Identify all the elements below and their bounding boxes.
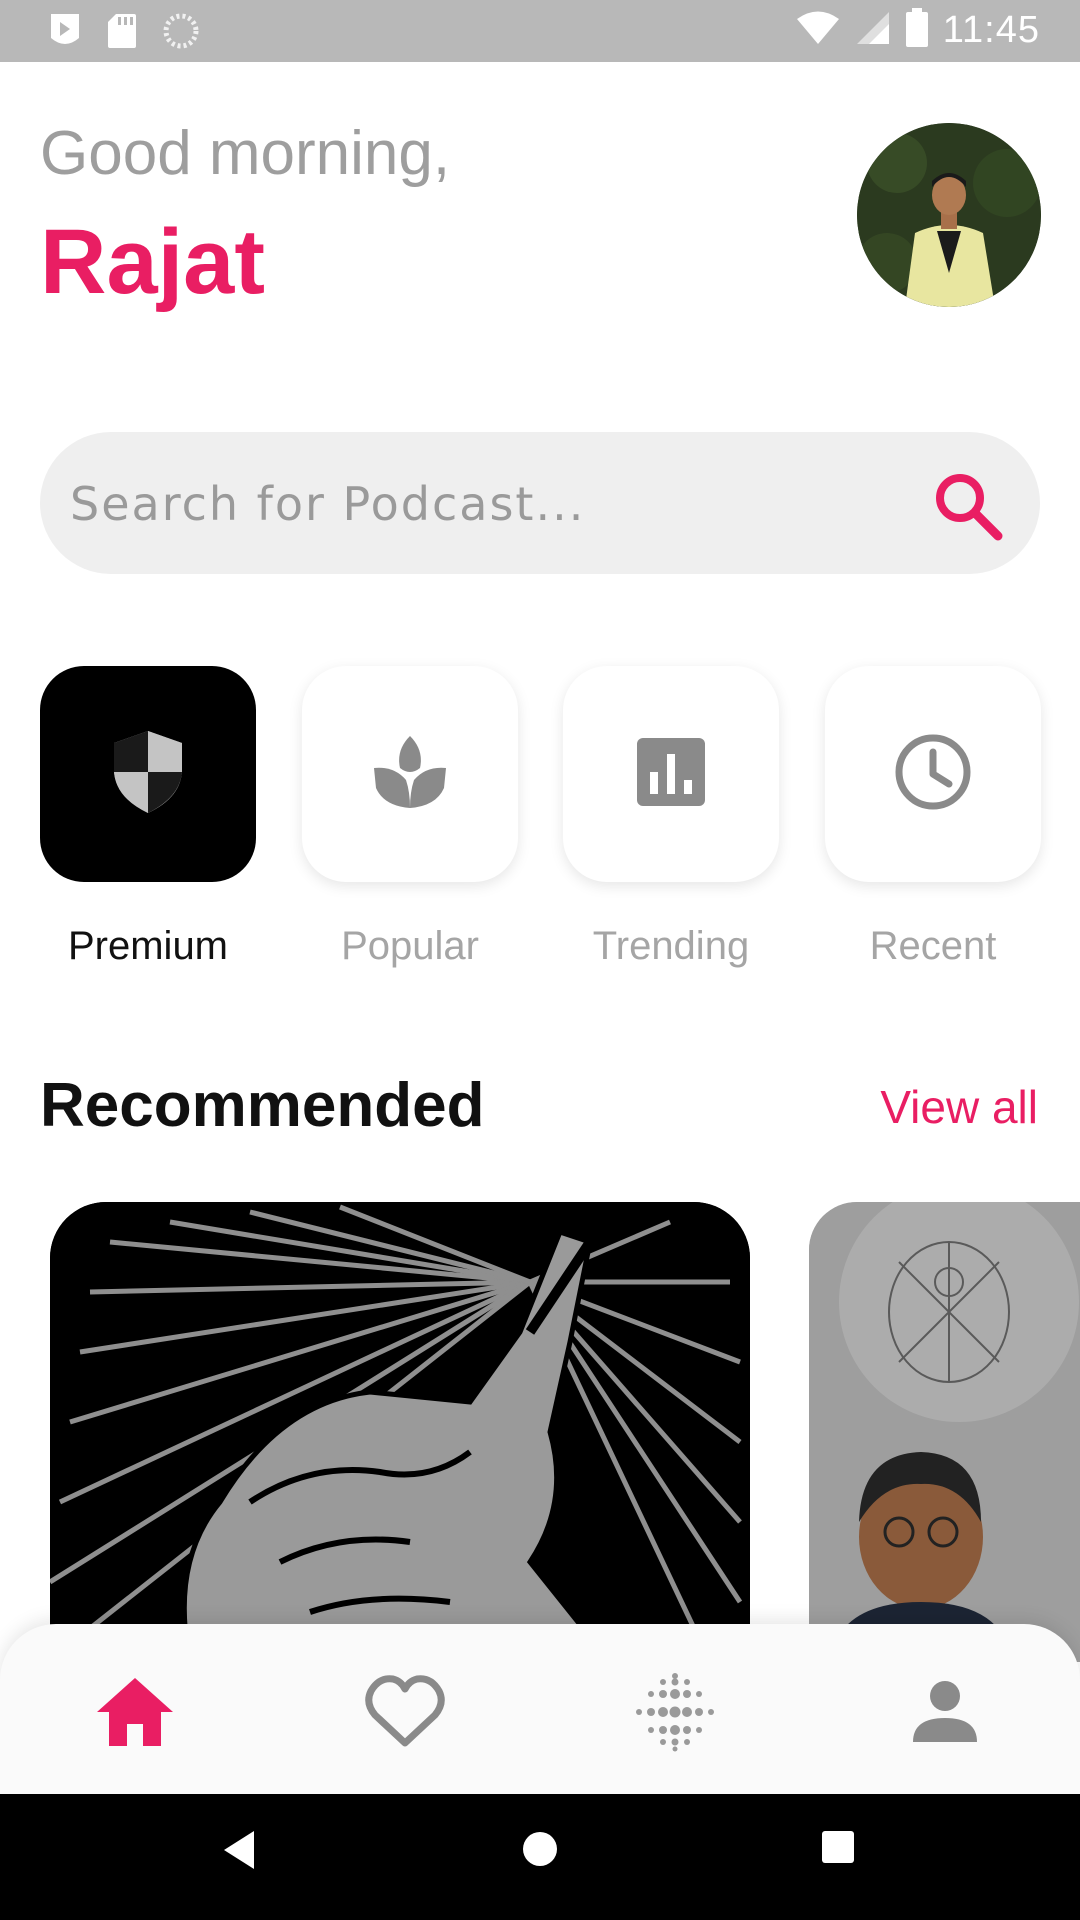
bar-chart-icon	[635, 736, 707, 813]
loading-icon	[162, 12, 200, 55]
dots-grid-icon	[635, 1672, 715, 1757]
view-all-link[interactable]: View all	[880, 1080, 1038, 1134]
search-input[interactable]	[68, 462, 892, 546]
category-premium[interactable]	[40, 666, 256, 882]
home-icon	[95, 1676, 175, 1753]
wifi-icon	[795, 10, 841, 51]
category-label-popular: Popular	[341, 924, 479, 968]
clock-icon	[893, 732, 973, 817]
podcast-card[interactable]	[809, 1202, 1080, 1662]
search-icon[interactable]	[930, 468, 1006, 549]
battery-icon	[905, 8, 929, 53]
recents-icon[interactable]	[820, 1829, 856, 1870]
podcast-cover-image	[809, 1202, 1080, 1662]
person-icon	[911, 1680, 979, 1749]
bottom-nav	[0, 1624, 1080, 1794]
podcast-cover-image	[50, 1202, 750, 1662]
user-name: Rajat	[40, 211, 265, 313]
nav-favorites[interactable]	[355, 1664, 455, 1764]
home-button-icon[interactable]	[520, 1829, 560, 1874]
spa-icon	[370, 732, 450, 817]
sd-card-icon	[106, 12, 138, 55]
section-title-recommended: Recommended	[40, 1071, 485, 1140]
system-nav-bar	[0, 1794, 1080, 1920]
category-recent[interactable]	[825, 666, 1041, 882]
status-time: 11:45	[942, 9, 1040, 51]
nav-home[interactable]	[85, 1664, 185, 1764]
podcast-card[interactable]	[50, 1202, 750, 1662]
category-label-trending: Trending	[592, 924, 750, 968]
category-label-premium: Premium	[67, 924, 229, 968]
greeting-text: Good morning,	[40, 119, 451, 188]
status-bar: 11:45	[0, 0, 1080, 62]
nav-profile[interactable]	[895, 1664, 995, 1764]
category-popular[interactable]	[302, 666, 518, 882]
nav-discover[interactable]	[625, 1664, 725, 1764]
back-icon[interactable]	[222, 1829, 256, 1876]
signal-icon	[855, 10, 891, 51]
shield-icon	[110, 729, 186, 820]
category-trending[interactable]	[563, 666, 779, 882]
search-bar	[40, 432, 1040, 574]
category-label-recent: Recent	[869, 924, 997, 968]
avatar[interactable]	[857, 123, 1041, 307]
play-store-icon	[48, 12, 82, 55]
heart-icon	[365, 1674, 445, 1754]
